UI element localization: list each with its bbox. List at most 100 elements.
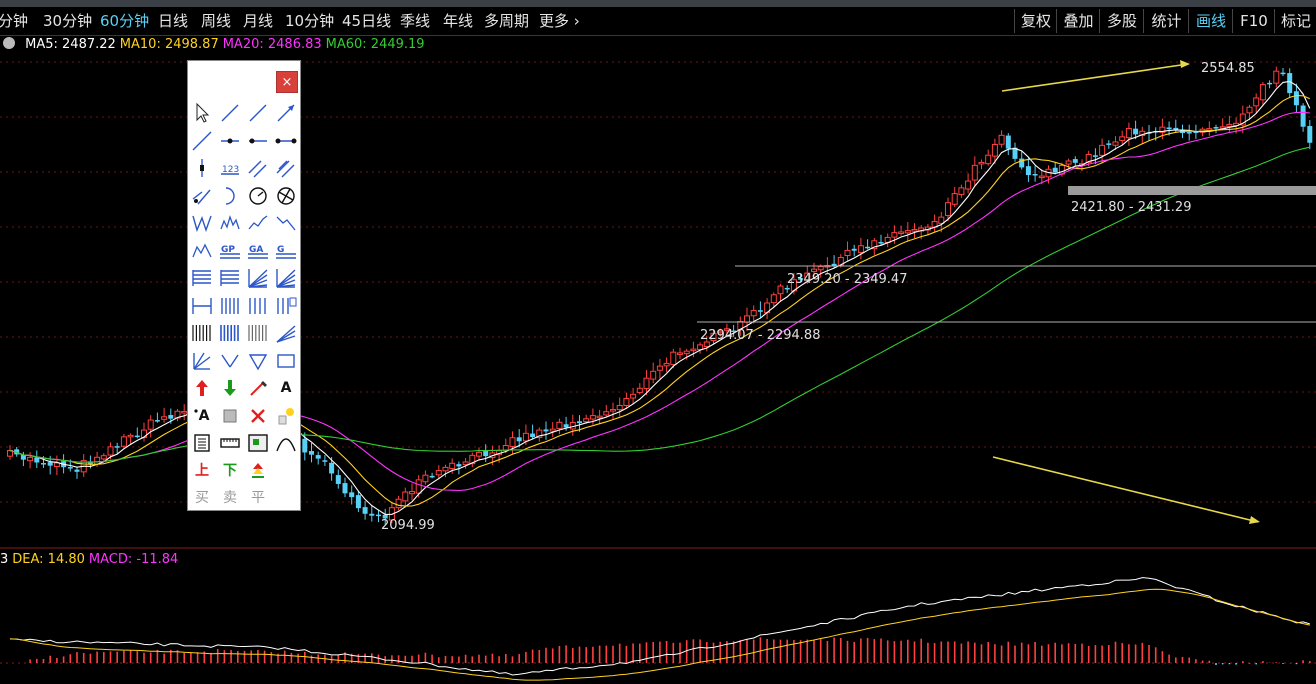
trend-arrow-up-head bbox=[1180, 60, 1190, 68]
ga-tool-icon[interactable]: GA bbox=[246, 239, 270, 263]
candle-body bbox=[94, 456, 101, 465]
candle-body bbox=[898, 231, 905, 234]
volume-bars-tool-icon[interactable] bbox=[190, 321, 214, 345]
candle-body bbox=[1273, 70, 1280, 84]
zigzag-tool-icon[interactable] bbox=[218, 211, 242, 235]
mountain-tool-icon[interactable] bbox=[190, 239, 214, 263]
arc2-tool-icon[interactable] bbox=[274, 431, 298, 455]
toolbar-tab-1[interactable]: 叠加 bbox=[1056, 9, 1100, 33]
ray-line-icon[interactable] bbox=[246, 101, 270, 125]
text-tool-label[interactable]: A bbox=[274, 376, 298, 400]
circle-tool-icon[interactable] bbox=[246, 184, 270, 208]
ma-legend: MA5: 2487.22 MA10: 2498.87 MA20: 2486.83 MA… bbox=[0, 37, 429, 55]
candle-body bbox=[623, 398, 630, 406]
fan-tool-icon[interactable] bbox=[190, 349, 214, 373]
parallel-lines-icon[interactable] bbox=[246, 156, 270, 180]
square-tool-icon[interactable] bbox=[218, 404, 242, 428]
candle-body bbox=[27, 456, 34, 462]
dot-line-icon[interactable] bbox=[246, 129, 270, 153]
rectangle-tool-icon[interactable] bbox=[274, 349, 298, 373]
note-tool-icon[interactable] bbox=[190, 431, 214, 455]
period-tab-8[interactable]: 季线 bbox=[400, 9, 430, 33]
segment-line-icon[interactable] bbox=[218, 101, 242, 125]
period-tab-2[interactable]: 60分钟 bbox=[100, 9, 149, 33]
sell-button[interactable]: 卖 bbox=[218, 486, 242, 510]
slope-lines-icon[interactable] bbox=[190, 184, 214, 208]
period-tab-1[interactable]: 30分钟 bbox=[43, 9, 92, 33]
triangle-tool-icon[interactable] bbox=[246, 349, 270, 373]
toolbar-tab-0[interactable]: 复权 bbox=[1014, 9, 1057, 33]
period-tab-4[interactable]: 周线 bbox=[201, 9, 231, 33]
candle-body bbox=[1106, 143, 1112, 145]
period-tab-7[interactable]: 45日线 bbox=[342, 9, 391, 33]
lock-tool-icon[interactable] bbox=[274, 404, 298, 428]
curve-tool-icon[interactable] bbox=[246, 211, 270, 235]
candle-body bbox=[904, 230, 911, 234]
image-tool-icon[interactable] bbox=[246, 431, 270, 455]
number-label-icon[interactable]: 123 bbox=[218, 156, 242, 180]
candle-body bbox=[1267, 82, 1273, 85]
flag-tool-icon[interactable] bbox=[246, 459, 270, 483]
toolbox-close-button[interactable]: × bbox=[276, 71, 298, 93]
blue-bars-tool-icon[interactable] bbox=[218, 321, 242, 345]
speed-lines-tool-icon[interactable] bbox=[274, 321, 298, 345]
fib-fan-tool-icon[interactable] bbox=[246, 266, 270, 290]
toolbar-tab-2[interactable]: 多股 bbox=[1099, 9, 1144, 33]
text2-tool-label[interactable]: A bbox=[192, 404, 216, 428]
candle-body bbox=[998, 134, 1005, 145]
down-arrow-icon[interactable] bbox=[218, 376, 242, 400]
g-tool-icon[interactable]: G bbox=[274, 239, 298, 263]
candle-body bbox=[462, 461, 469, 466]
fib-ruler-tool-icon[interactable] bbox=[218, 266, 242, 290]
fib-time-tool-icon[interactable] bbox=[246, 294, 270, 318]
candle-body bbox=[1293, 91, 1299, 106]
endpoint-line-icon[interactable] bbox=[274, 129, 298, 153]
ruler-tool-icon[interactable] bbox=[218, 431, 242, 455]
candle-body bbox=[409, 491, 415, 495]
down-arrow-tool-icon[interactable] bbox=[218, 349, 242, 373]
period-tab-5[interactable]: 月线 bbox=[243, 9, 273, 33]
toolbar-tab-3[interactable]: 统计 bbox=[1143, 9, 1189, 33]
period-tab-6[interactable]: 10分钟 bbox=[285, 9, 334, 33]
fib-arc-tool-icon[interactable] bbox=[274, 266, 298, 290]
up-label-button[interactable]: 上 bbox=[190, 459, 214, 483]
candle-body bbox=[442, 466, 449, 472]
cycle-lines-tool-icon[interactable] bbox=[218, 294, 242, 318]
buy-button[interactable]: 买 bbox=[190, 486, 214, 510]
candle-body bbox=[1065, 160, 1072, 165]
cursor-icon[interactable] bbox=[190, 101, 214, 125]
period-tab-9[interactable]: 年线 bbox=[443, 9, 473, 33]
candle-body bbox=[616, 404, 623, 411]
wave-tool-icon[interactable] bbox=[190, 211, 214, 235]
triangle-wave-tool-icon[interactable] bbox=[274, 211, 298, 235]
up-arrow-icon[interactable] bbox=[190, 376, 214, 400]
low-price-label: 2094.99 bbox=[381, 518, 435, 533]
arrow-line-icon[interactable] bbox=[274, 101, 298, 125]
candle-body bbox=[1259, 84, 1266, 101]
gp-tool-icon[interactable]: GP bbox=[218, 239, 242, 263]
polygon-tool-icon[interactable] bbox=[274, 184, 298, 208]
toolbar-tab-5[interactable]: F10 bbox=[1232, 9, 1275, 33]
pencil-tool-icon[interactable] bbox=[246, 376, 270, 400]
arc-tool-icon[interactable] bbox=[218, 184, 242, 208]
vertical-mark-icon[interactable] bbox=[190, 156, 214, 180]
gann-box-tool-icon[interactable] bbox=[274, 294, 298, 318]
delete-tool-icon[interactable] bbox=[246, 404, 270, 428]
period-tab-0[interactable]: 分钟 bbox=[0, 9, 28, 33]
gray-bars-tool-icon[interactable] bbox=[246, 321, 270, 345]
candle-body bbox=[395, 498, 402, 509]
period-tab-10[interactable]: 多周期 bbox=[484, 9, 529, 33]
gann-fan-tool-icon[interactable] bbox=[190, 266, 214, 290]
straight-line-icon[interactable] bbox=[190, 129, 214, 153]
channel-lines-icon[interactable] bbox=[274, 156, 298, 180]
collapse-icon[interactable] bbox=[3, 37, 15, 49]
period-tab-11[interactable]: 更多 › bbox=[539, 9, 580, 33]
point-line-icon[interactable] bbox=[218, 129, 242, 153]
toolbar-tab-4[interactable]: 画线 bbox=[1188, 9, 1233, 33]
down-label-button[interactable]: 下 bbox=[218, 459, 242, 483]
toolbar-tab-6[interactable]: 标记 bbox=[1274, 9, 1316, 33]
flat-button[interactable]: 平 bbox=[246, 486, 270, 510]
period-tab-3[interactable]: 日线 bbox=[158, 9, 188, 33]
period-line-tool-icon[interactable] bbox=[190, 294, 214, 318]
candle-body bbox=[878, 242, 884, 244]
